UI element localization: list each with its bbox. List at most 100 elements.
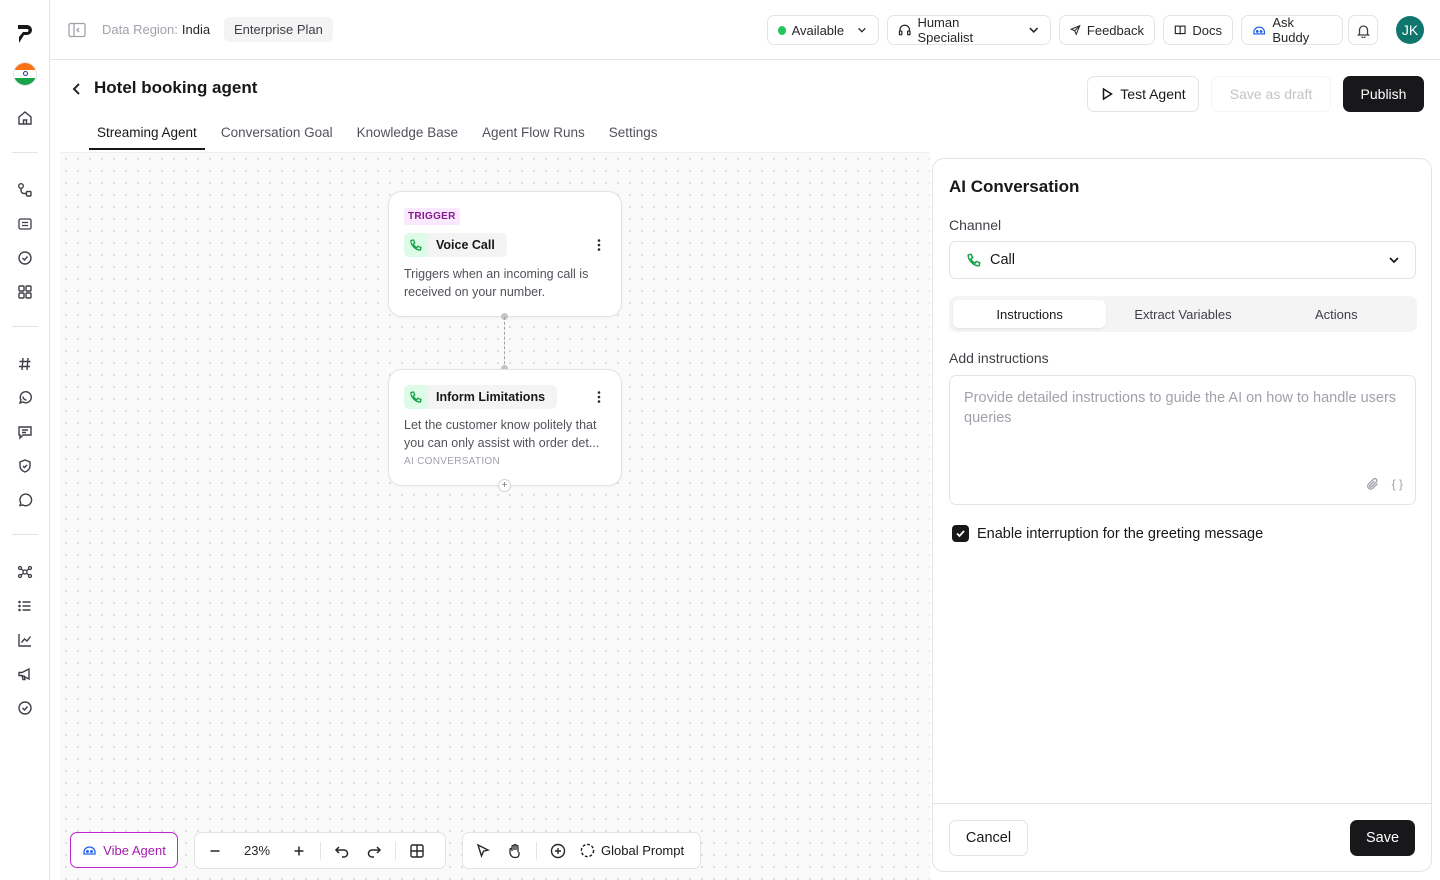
user-avatar[interactable]: JK	[1396, 16, 1424, 44]
play-icon	[1103, 87, 1114, 101]
grid-icon[interactable]	[13, 280, 37, 304]
message-square-icon[interactable]	[13, 420, 37, 444]
flow-canvas[interactable]: TRIGGER Voice Call Triggers when an inco…	[60, 152, 930, 880]
sip-icon[interactable]	[13, 212, 37, 236]
tab-conversation-goal[interactable]: Conversation Goal	[213, 120, 341, 150]
node-connector	[504, 317, 505, 369]
megaphone-icon[interactable]	[13, 662, 37, 686]
test-agent-button[interactable]: Test Agent	[1087, 76, 1199, 112]
chevron-down-icon	[1389, 257, 1399, 264]
interruption-checkbox-row[interactable]: Enable interruption for the greeting mes…	[952, 525, 1263, 542]
toolbar-divider	[536, 841, 537, 860]
tab-agent-flow-runs[interactable]: Agent Flow Runs	[474, 120, 593, 150]
trigger-title-label: Voice Call	[436, 238, 495, 252]
redo-icon[interactable]	[358, 835, 390, 867]
global-prompt-button[interactable]: Global Prompt	[574, 843, 694, 858]
workflow-icon[interactable]	[13, 178, 37, 202]
plan-badge: Enterprise Plan	[224, 17, 333, 42]
data-region-value: India	[181, 22, 211, 37]
docs-button[interactable]: Docs	[1163, 15, 1233, 45]
segment-actions[interactable]: Actions	[1260, 300, 1413, 328]
availability-dropdown[interactable]: Available	[767, 15, 879, 45]
hand-pan-icon[interactable]	[499, 835, 531, 867]
back-arrow-icon[interactable]	[68, 80, 86, 98]
phone-icon	[404, 233, 428, 257]
add-node-plus-icon[interactable]: +	[498, 479, 511, 492]
channel-label: Channel	[949, 217, 1002, 233]
checkbox-checked-icon[interactable]	[952, 525, 969, 542]
chevron-down-icon	[858, 27, 866, 33]
page-title: Hotel booking agent	[94, 78, 258, 97]
feedback-button[interactable]: Feedback	[1059, 15, 1155, 45]
save-button[interactable]: Save	[1350, 820, 1415, 856]
chart-icon[interactable]	[13, 628, 37, 652]
tab-streaming-agent[interactable]: Streaming Agent	[89, 120, 205, 150]
whatsapp-icon[interactable]	[13, 386, 37, 410]
list-icon[interactable]	[13, 594, 37, 618]
cancel-button[interactable]: Cancel	[949, 820, 1028, 856]
instructions-label: Add instructions	[949, 350, 1049, 366]
availability-label: Available	[791, 22, 845, 38]
home-icon[interactable]	[13, 106, 37, 130]
phone-icon	[967, 253, 981, 267]
zoom-out-icon[interactable]	[199, 835, 231, 867]
save-as-draft-button[interactable]: Save as draft	[1211, 76, 1331, 112]
status-dot	[778, 25, 786, 35]
canvas-tools: Global Prompt	[462, 832, 701, 869]
interruption-label: Enable interruption for the greeting mes…	[977, 525, 1264, 542]
trigger-node[interactable]: TRIGGER Voice Call Triggers when an inco…	[388, 191, 622, 317]
dashed-circle-icon	[580, 843, 595, 858]
channel-select[interactable]: Call	[949, 241, 1416, 279]
chat-bubble-icon[interactable]	[13, 488, 37, 512]
config-segmented-control: Instructions Extract Variables Actions	[949, 296, 1417, 332]
segment-instructions[interactable]: Instructions	[953, 300, 1107, 328]
notifications-button[interactable]	[1348, 15, 1378, 45]
feedback-label: Feedback	[1086, 22, 1144, 38]
tab-knowledge-base[interactable]: Knowledge Base	[349, 120, 466, 150]
verified-icon[interactable]	[13, 696, 37, 720]
panel-title: AI Conversation	[949, 177, 1080, 196]
instructions-placeholder: Provide detailed instructions to guide t…	[964, 390, 1397, 426]
segment-extract-variables[interactable]: Extract Variables	[1106, 300, 1259, 328]
ai-conversation-node[interactable]: Inform Limitations Let the customer know…	[388, 369, 622, 486]
integrations-icon[interactable]	[13, 560, 37, 584]
data-region-label: Data Region:	[102, 22, 178, 37]
instructions-textarea[interactable]: Provide detailed instructions to guide t…	[949, 375, 1416, 505]
headset-icon	[898, 24, 911, 36]
hash-icon[interactable]	[13, 352, 37, 376]
undo-icon[interactable]	[326, 835, 358, 867]
data-region: Data Region: India	[102, 22, 210, 37]
publish-button[interactable]: Publish	[1343, 76, 1424, 112]
sidebar-toggle-icon[interactable]	[67, 20, 87, 40]
brand-logo-icon[interactable]	[13, 22, 37, 46]
phone-icon	[404, 385, 428, 409]
pointer-icon[interactable]	[467, 835, 499, 867]
toolbar-divider	[320, 841, 321, 860]
shield-icon[interactable]	[13, 454, 37, 478]
paperclip-icon[interactable]	[1366, 477, 1380, 491]
zoom-in-icon[interactable]	[283, 835, 315, 867]
chevron-down-icon	[1028, 27, 1038, 34]
trigger-node-description: Triggers when an incoming call is receiv…	[404, 267, 589, 299]
ask-buddy-button[interactable]: Ask Buddy	[1241, 15, 1343, 45]
check-circle-icon[interactable]	[13, 246, 37, 270]
tab-settings[interactable]: Settings	[601, 120, 666, 150]
india-flag-icon[interactable]	[13, 62, 37, 86]
step-title-label: Inform Limitations	[436, 390, 546, 404]
layout-icon[interactable]	[401, 835, 433, 867]
human-specialist-dropdown[interactable]: Human Specialist	[887, 15, 1051, 45]
kebab-menu-icon[interactable]	[591, 389, 607, 405]
zoom-level: 23%	[243, 843, 271, 858]
human-specialist-label: Human Specialist	[917, 15, 974, 45]
variable-braces-icon[interactable]: { }	[1392, 474, 1403, 494]
vibe-agent-label: Vibe Agent	[103, 842, 166, 858]
step-node-title: Inform Limitations	[404, 385, 558, 409]
node-config-panel: AI Conversation Channel Call Instruction…	[932, 158, 1432, 872]
ask-buddy-label: Ask Buddy	[1272, 15, 1310, 45]
send-icon	[1070, 24, 1081, 36]
add-circle-icon[interactable]	[542, 835, 574, 867]
step-node-description: Let the customer know politely that you …	[404, 418, 600, 450]
bell-icon	[1356, 24, 1370, 38]
vibe-agent-button[interactable]: Vibe Agent	[70, 832, 178, 868]
kebab-menu-icon[interactable]	[591, 237, 607, 253]
